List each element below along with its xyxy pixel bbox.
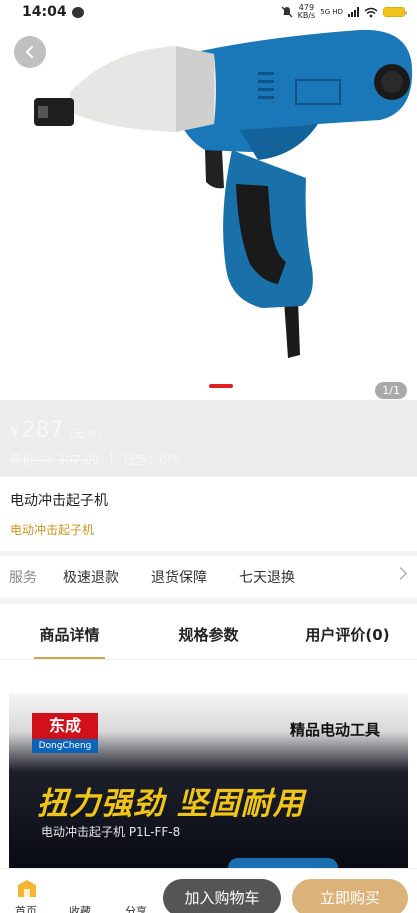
banner-model: 电动冲击起子机 P1L-FF-8 (41, 825, 181, 839)
tab-reviews[interactable]: 用户评价(0) (278, 604, 417, 659)
product-image-gallery[interactable]: 1/1 (0, 0, 417, 400)
service-item-guarantee: 退货保障 (151, 570, 207, 586)
buy-now-button[interactable]: 立即购买 (292, 879, 408, 913)
impact-driver-image (34, 29, 413, 358)
network-speed: 479 KB/s (297, 3, 316, 20)
service-label: 服务 (9, 570, 37, 586)
price-meta: 原价：¥ 307.00 | 已售：0件 (10, 451, 407, 468)
network-type: 5G HD (320, 7, 343, 16)
chat-notification-icon (71, 6, 84, 18)
banner-headline: 扭力强劲 坚固耐用 (37, 786, 305, 822)
price-divider: | (109, 451, 114, 465)
original-price: 原价：¥ 307.00 (10, 453, 100, 467)
page-count-badge: 1/1 (375, 382, 407, 399)
status-bar: 14:04 479 KB/s 5G HD (0, 0, 417, 24)
banner-tagline: 精品电动工具 (289, 721, 380, 739)
product-title-block: 电动冲击起子机 电动冲击起子机 (0, 477, 417, 551)
price-block: ¥ 287 (元/台) 原价：¥ 307.00 | 已售：0件 (0, 400, 417, 477)
brand-logo: 东成 DongCheng (32, 713, 98, 753)
current-price: ¥ 287 (元/台) (10, 418, 101, 443)
chevron-left-icon (25, 46, 33, 58)
bottom-action-bar: 首页 收藏 分享 加入购物车 立即购买 (0, 868, 417, 913)
service-item-refund: 极速退款 (63, 570, 119, 586)
product-title: 电动冲击起子机 (10, 493, 108, 509)
tab-details[interactable]: 商品详情 (0, 604, 139, 659)
mute-bell-icon (281, 6, 293, 18)
chevron-right-icon (394, 567, 407, 580)
back-button[interactable] (14, 36, 46, 68)
service-row[interactable]: 服务 极速退款 退货保障 七天退换 (0, 556, 417, 598)
banner-tool-image (228, 858, 338, 868)
detail-tabs: 商品详情 规格参数 用户评价(0) (0, 604, 417, 660)
service-item-return: 七天退换 (239, 570, 295, 586)
store-icon (18, 880, 36, 897)
add-to-cart-button[interactable]: 加入购物车 (163, 879, 281, 913)
status-time: 14:04 (22, 4, 67, 20)
battery-icon (383, 7, 407, 17)
wifi-icon (364, 7, 378, 17)
signal-icon (348, 7, 359, 17)
product-detail-banner: 东成 DongCheng 精品电动工具 扭力强劲 坚固耐用 电动冲击起子机 P1… (9, 693, 408, 868)
sold-count: 已售：0件 (123, 453, 180, 467)
product-subtitle: 电动冲击起子机 (10, 523, 95, 537)
tab-specs[interactable]: 规格参数 (139, 604, 278, 659)
pager-indicator (209, 384, 233, 388)
